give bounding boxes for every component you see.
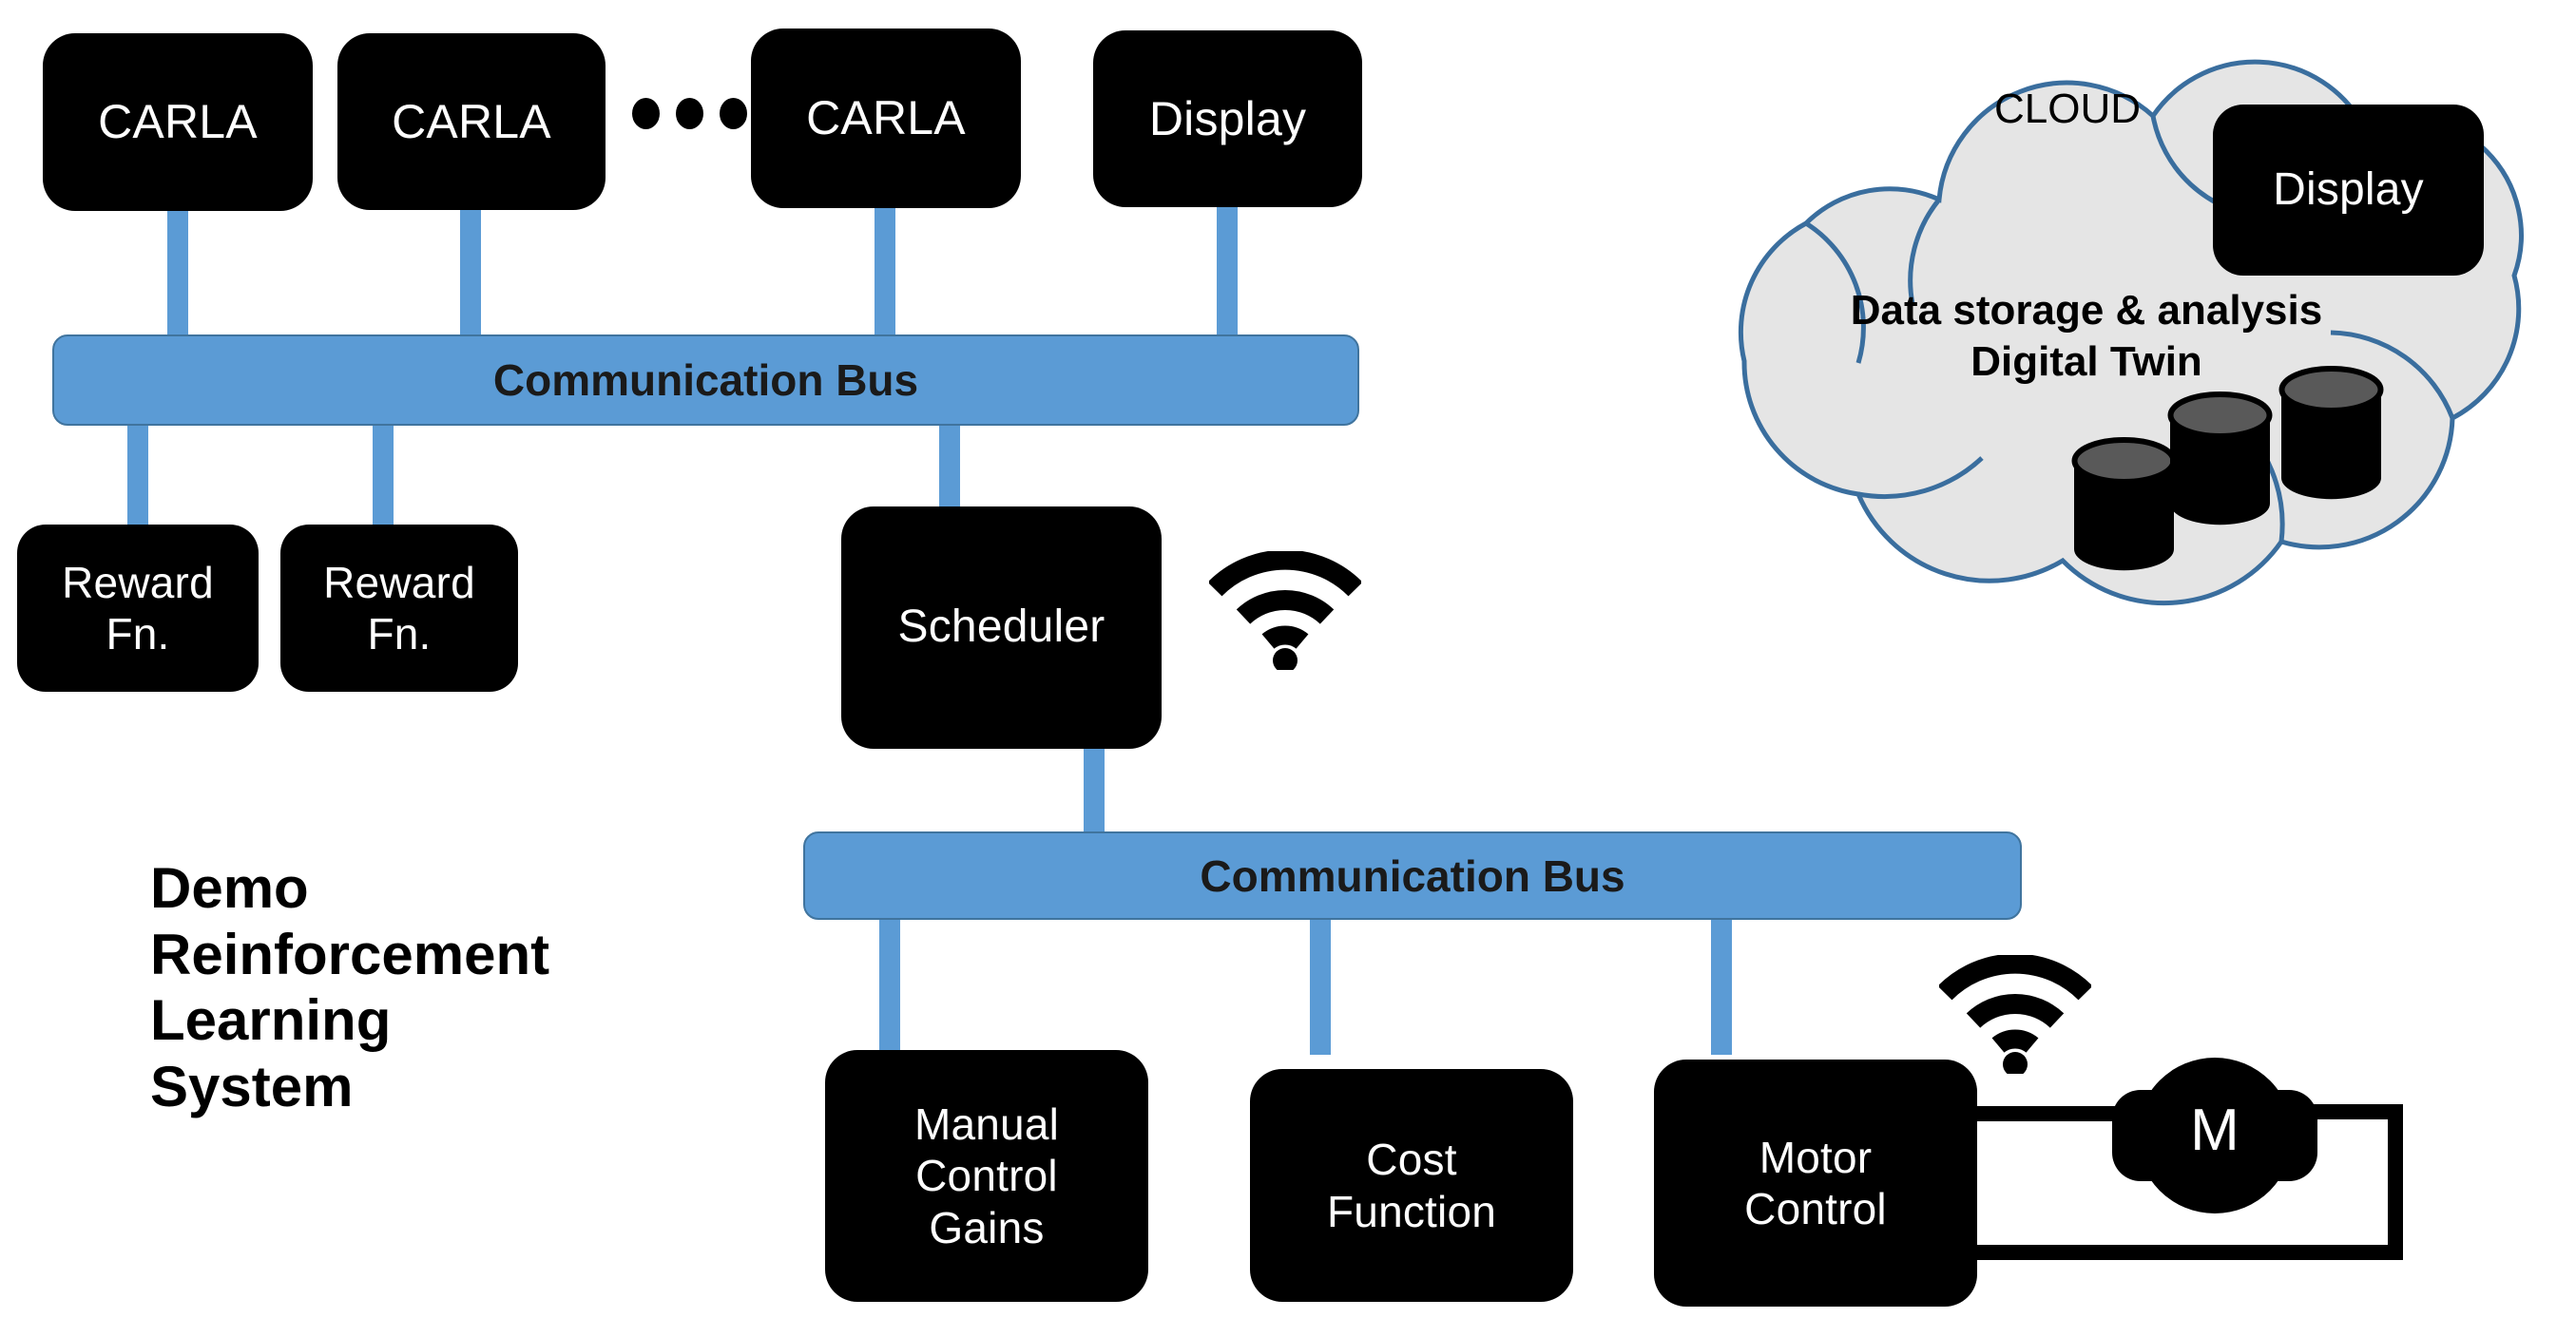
wifi-icon-motor <box>1937 953 2093 1079</box>
node-reward-fn-1-label: Reward Fn. <box>62 557 214 659</box>
stem-carla3-to-bus <box>875 190 895 347</box>
ellipsis-dot-2 <box>676 98 703 129</box>
database-cylinder-icon-2 <box>2165 392 2275 534</box>
node-display-cloud[interactable]: Display <box>2213 105 2484 276</box>
node-carla-3[interactable]: CARLA <box>751 29 1021 208</box>
node-reward-fn-2-label: Reward Fn. <box>323 557 475 659</box>
communication-bus-top-label: Communication Bus <box>492 355 919 405</box>
stem-carla2-to-bus <box>460 190 481 347</box>
cloud-title: CLOUD <box>1993 86 2142 132</box>
wifi-icon-scheduler <box>1207 549 1363 675</box>
diagram-canvas: CARLA CARLA CARLA Display Communication … <box>0 0 2576 1318</box>
node-carla-1-label: CARLA <box>98 95 258 148</box>
node-scheduler[interactable]: Scheduler <box>841 506 1162 749</box>
node-cost-function-label: Cost Function <box>1326 1135 1497 1236</box>
communication-bus-top[interactable]: Communication Bus <box>52 334 1359 426</box>
stem-bus2-to-motorctl <box>1711 912 1732 1055</box>
stem-carla1-to-bus <box>167 190 188 347</box>
ellipsis-dot-3 <box>720 98 747 129</box>
node-motor-control-label: Motor Control <box>1744 1132 1887 1233</box>
node-reward-fn-2[interactable]: Reward Fn. <box>280 525 518 692</box>
stem-bus-to-reward2 <box>373 416 394 540</box>
page-title: Demo Reinforcement Learning System <box>150 856 550 1118</box>
stem-bus2-to-manual <box>879 912 900 1055</box>
node-cost-function[interactable]: Cost Function <box>1250 1069 1573 1302</box>
node-carla-2[interactable]: CARLA <box>337 33 606 210</box>
node-carla-3-label: CARLA <box>806 91 966 144</box>
motor-label: M <box>2190 1098 2240 1163</box>
node-manual-control-gains[interactable]: Manual Control Gains <box>825 1050 1148 1302</box>
node-motor-control[interactable]: Motor Control <box>1654 1060 1977 1307</box>
motor-icon[interactable]: M <box>2091 1031 2338 1245</box>
node-display-local-label: Display <box>1148 91 1307 145</box>
database-cylinder-icon-3 <box>2277 366 2386 508</box>
ellipsis-icon <box>632 98 747 129</box>
ellipsis-dot-1 <box>632 98 660 129</box>
node-display-cloud-label: Display <box>2273 163 2424 215</box>
communication-bus-bottom-label: Communication Bus <box>1200 850 1625 901</box>
stem-bus-to-reward1 <box>127 416 148 540</box>
stem-scheduler-to-bus2 <box>1084 736 1105 841</box>
stem-bus2-to-cost <box>1310 912 1331 1055</box>
node-manual-control-gains-label: Manual Control Gains <box>913 1099 1060 1252</box>
node-display-local[interactable]: Display <box>1093 30 1362 207</box>
communication-bus-bottom[interactable]: Communication Bus <box>803 831 2022 920</box>
node-reward-fn-1[interactable]: Reward Fn. <box>17 525 259 692</box>
database-cylinder-icon-1 <box>2069 437 2179 580</box>
node-carla-1[interactable]: CARLA <box>43 33 313 211</box>
node-scheduler-label: Scheduler <box>897 602 1105 653</box>
node-carla-2-label: CARLA <box>392 94 551 148</box>
stem-display-to-bus <box>1217 190 1238 347</box>
